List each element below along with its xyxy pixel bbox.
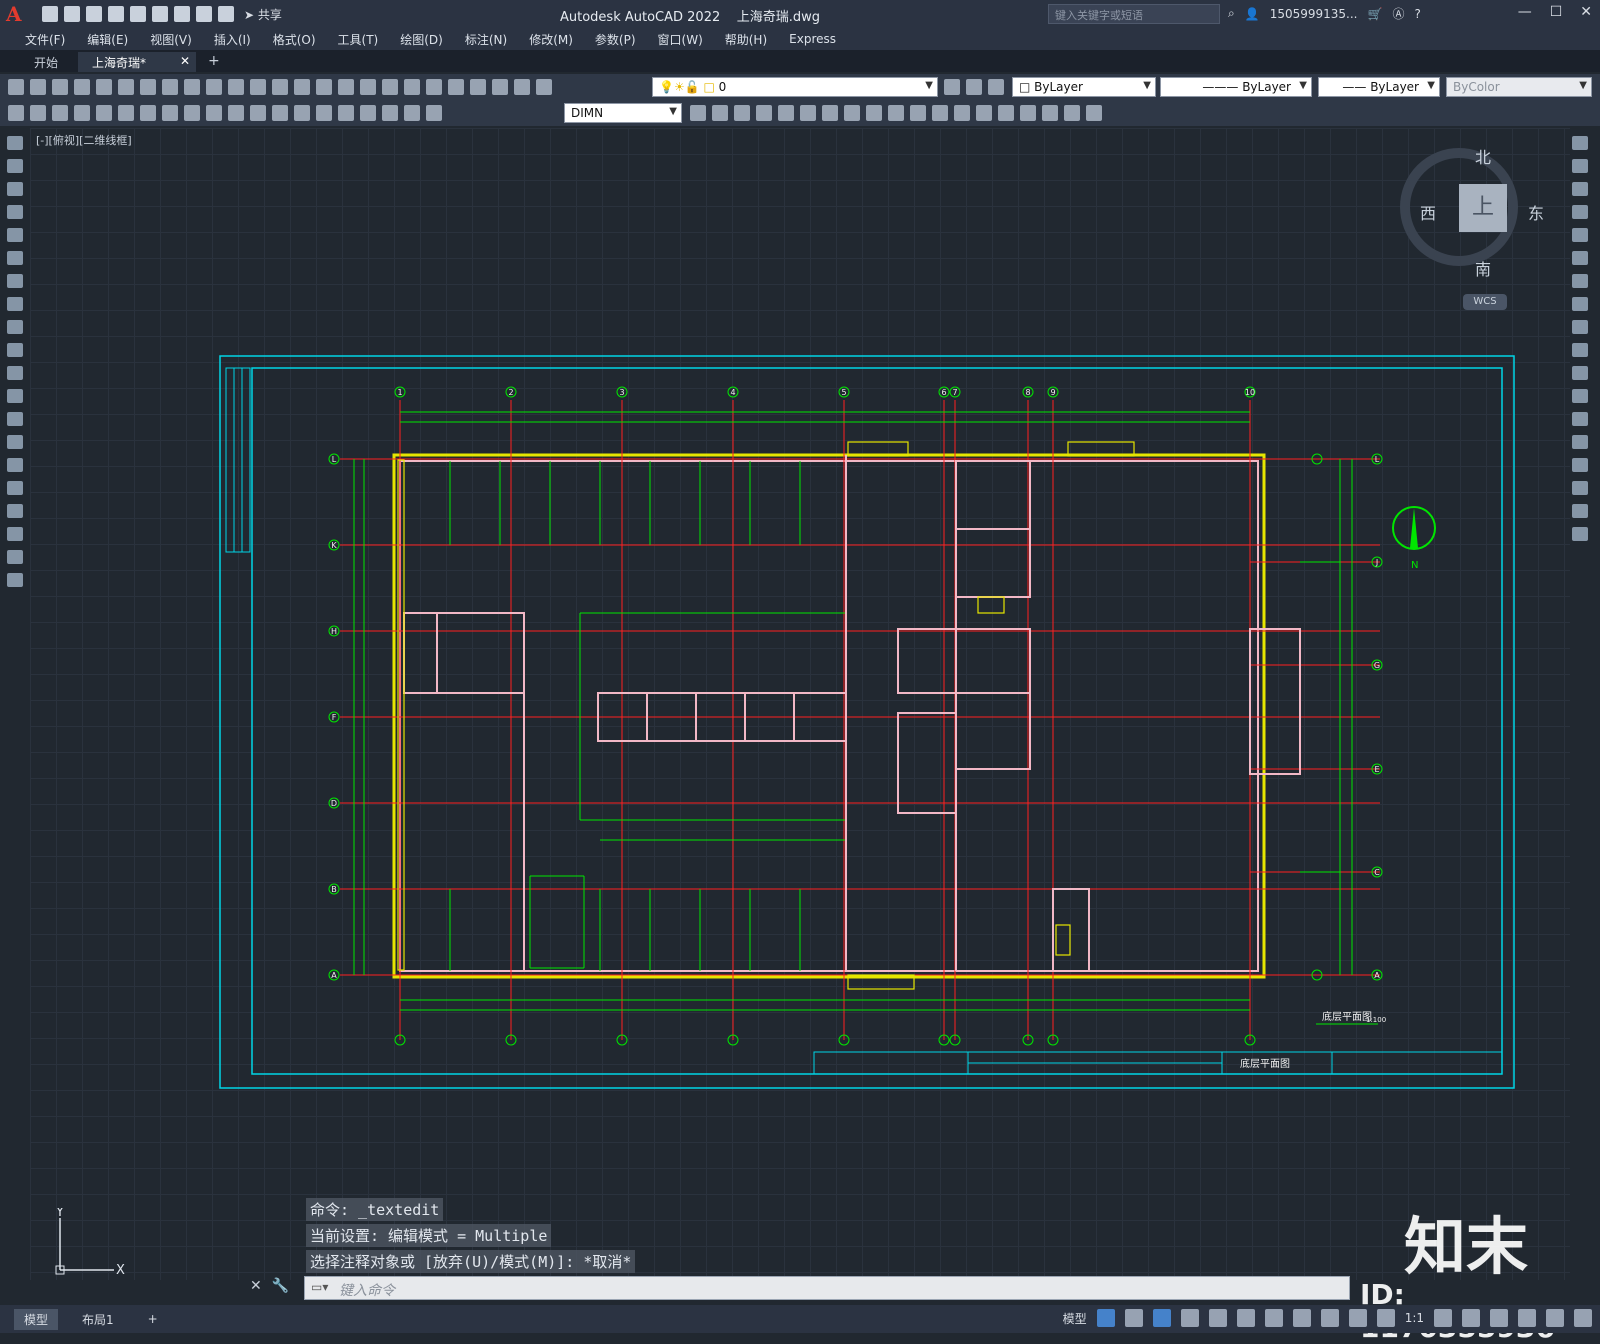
binding-strip [225,367,251,553]
axis-label-8: 8 [1025,388,1030,397]
transparency-icon[interactable] [1320,1309,1339,1327]
ortho-icon[interactable] [1152,1309,1171,1327]
row-label-B: B [331,885,337,894]
row-label-A: A [331,971,337,980]
row-label-L: L [332,455,337,464]
command-line-controls: ✕ 🔧 [250,1278,289,1294]
axis-label-3: 3 [619,388,624,397]
add-layout-button[interactable]: + [138,1310,168,1328]
tab-layout1[interactable]: 布局1 [72,1309,124,1330]
column-axis-bubbles-top [328,386,1383,1046]
object-snap-icon[interactable] [1264,1309,1283,1327]
close-command-line-icon[interactable]: ✕ [250,1278,262,1294]
floor-plan-drawing: 1 2 3 4 5 6 7 8 9 10 L K H F D B A L J G… [219,355,1515,1089]
grid-lines [340,400,1380,1040]
inner-wall [399,460,1259,972]
row-label-D: D [331,799,337,808]
axis-label-9: 9 [1050,388,1055,397]
gear-icon[interactable] [1434,1309,1452,1327]
right-row-label-A: A [1374,971,1380,980]
viewcube-east[interactable]: 东 [1528,200,1544,224]
svg-text:X: X [116,1263,125,1278]
viewcube-west[interactable]: 西 [1420,200,1436,224]
axis-label-5: 5 [841,388,846,397]
row-label-F: F [332,713,337,722]
viewcube-south[interactable]: 南 [1475,256,1491,280]
annotation-visibility-icon[interactable] [1348,1309,1367,1327]
axis-label-1: 1 [397,388,402,397]
lineweight-icon[interactable] [1292,1309,1311,1327]
axis-label-4: 4 [730,388,735,397]
right-row-label-G: G [1374,661,1380,670]
row-label-K: K [331,541,337,550]
north-label: N [1411,560,1418,571]
status-tools: 模型 1:1 [1063,1309,1592,1327]
annotation-scale[interactable]: 1:1 [1405,1311,1424,1325]
right-row-label-L: L [1375,455,1380,464]
polar-icon[interactable] [1180,1309,1199,1327]
axis-labels: 1 2 3 4 5 6 7 8 9 10 L K H F D B A L J G… [331,388,1380,980]
customize-menu-icon[interactable] [1574,1309,1592,1327]
sheet-border-inner [251,367,1503,1075]
interior-walls [403,455,1301,972]
ucs-icon: Y X [55,1208,125,1278]
command-prompt-icon[interactable]: ▭▾ [311,1280,328,1294]
right-row-label-J: J [1375,558,1378,567]
right-row-label-C: C [1374,868,1380,877]
right-row-label-E: E [1374,765,1379,774]
auto-scale-icon[interactable] [1376,1309,1395,1327]
status-bar: 模型 布局1 + 模型 1:1 [0,1305,1600,1333]
plan-scale: 1:100 [1366,1016,1386,1024]
axis-label-2: 2 [508,388,513,397]
grid-icon[interactable] [1096,1309,1115,1327]
axis-label-6: 6 [941,388,946,397]
isodraft-icon[interactable] [1208,1309,1227,1327]
model-space-toggle[interactable]: 模型 [1063,1310,1087,1327]
axis-label-10: 10 [1245,388,1255,397]
tab-model[interactable]: 模型 [14,1308,59,1330]
fixtures [397,441,1135,990]
north-arrow-icon [1410,508,1418,548]
row-label-H: H [331,627,337,636]
plan-title: 底层平面图 [1322,1010,1372,1023]
svg-text:Y: Y [55,1208,64,1220]
customize-icon[interactable]: 🔧 [272,1278,289,1294]
command-history-line-3: 选择注释对象或 [放弃(U)/模式(M)]: *取消* [306,1250,636,1273]
structure-lines [353,411,1353,1011]
command-history-line-1: 命令: _textedit [306,1198,444,1221]
viewcube-top-face[interactable]: 上 [1459,184,1507,232]
isolate-objects-icon[interactable] [1518,1309,1536,1327]
axis-label-7: 7 [952,388,957,397]
command-placeholder: 键入命令 [339,1283,395,1299]
snap-icon[interactable] [1124,1309,1143,1327]
viewcube-north[interactable]: 北 [1475,144,1491,168]
titleblock-drawing-name: 底层平面图 [1240,1057,1290,1070]
watermark-brand: 知末 [1404,1210,1529,1283]
object-snap-tracking-icon[interactable] [1236,1309,1255,1327]
plus-icon[interactable] [1462,1309,1480,1327]
command-input[interactable]: ▭▾ 键入命令 [304,1276,1350,1300]
command-history-line-2: 当前设置: 编辑模式 = Multiple [306,1224,552,1247]
wcs-menu[interactable]: WCS [1463,294,1507,310]
hardware-acceleration-icon[interactable] [1490,1309,1508,1327]
fullscreen-icon[interactable] [1546,1309,1564,1327]
